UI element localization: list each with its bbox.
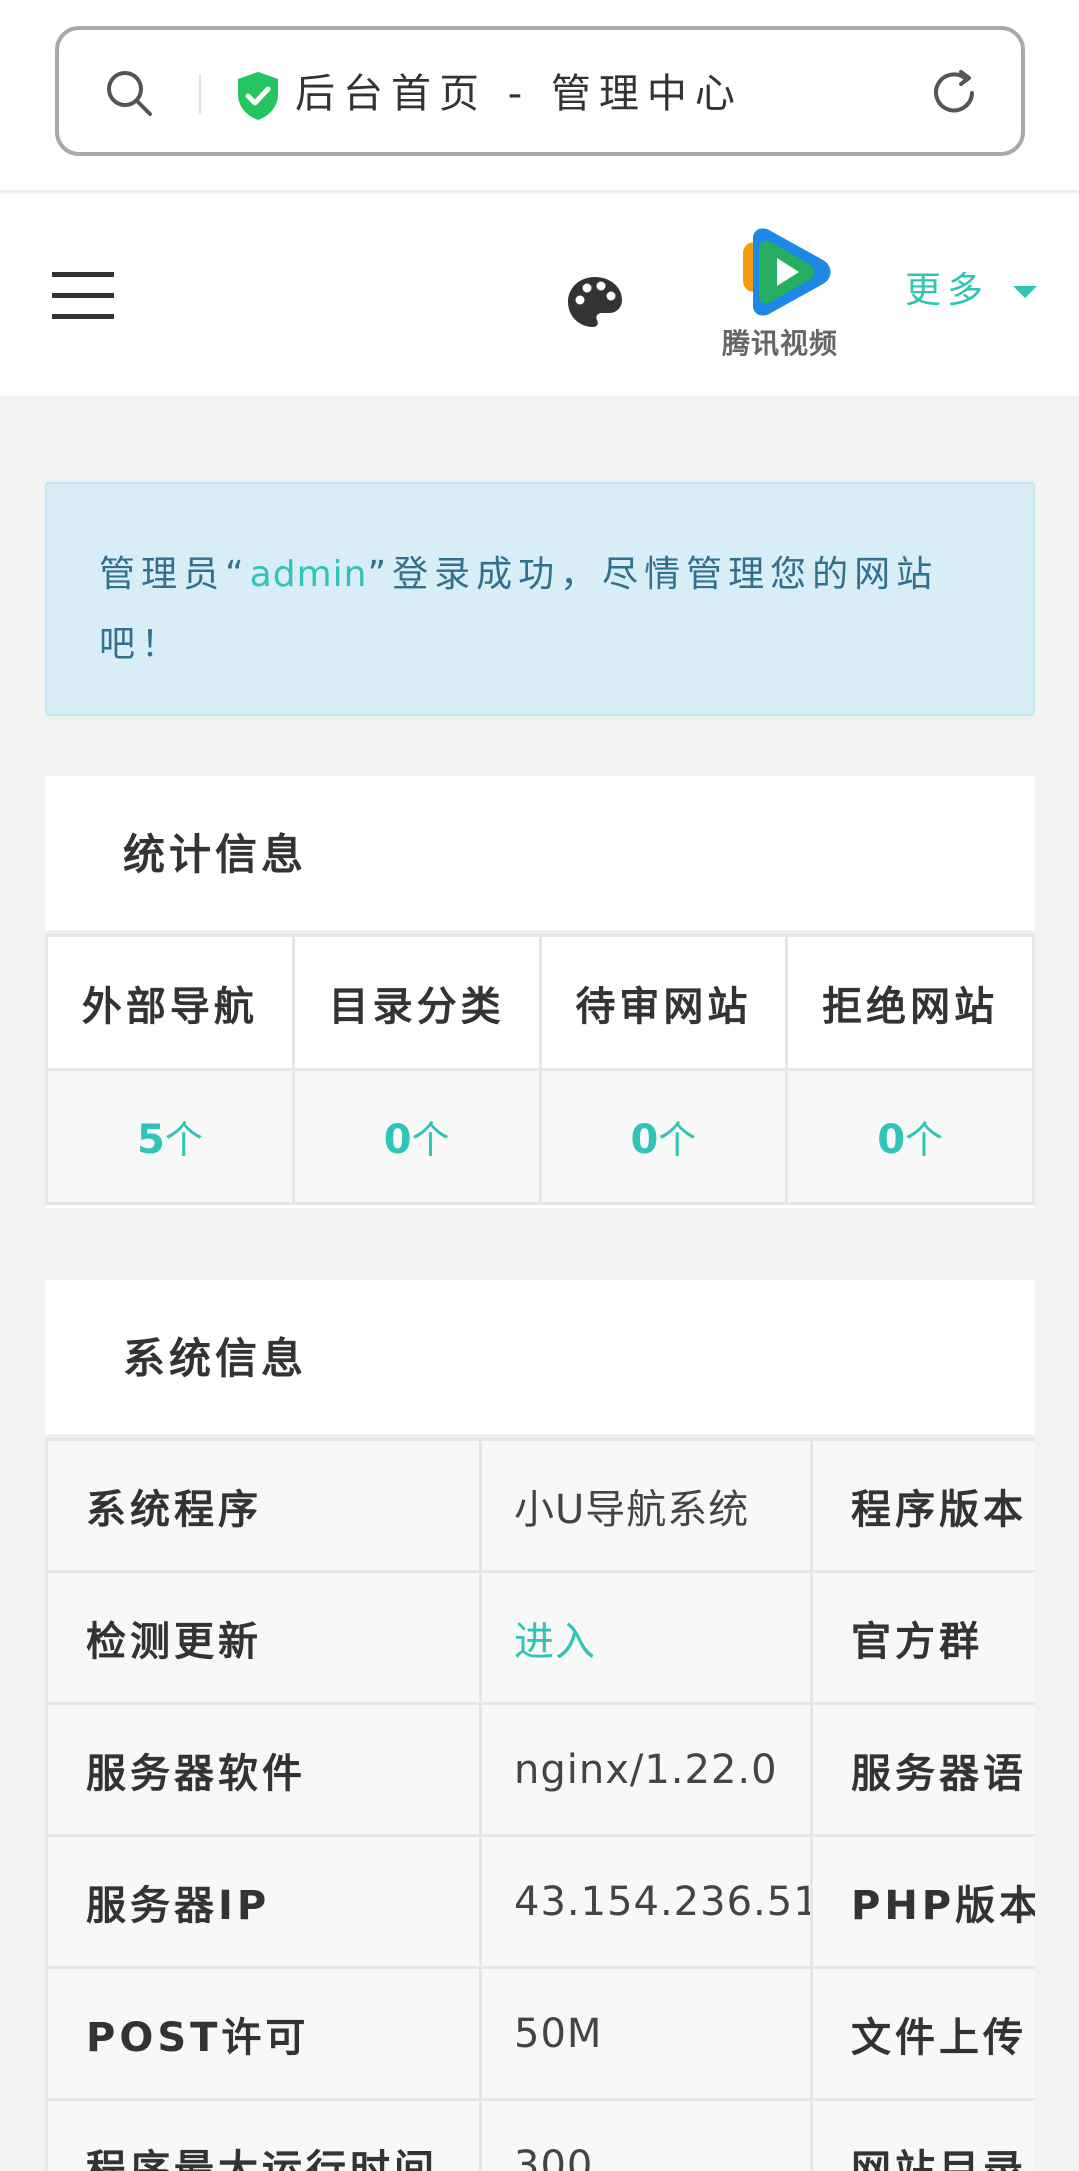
stats-value-cell: 0个 — [785, 1068, 1035, 1205]
url-box[interactable]: 后台首页 - 管理中心 — [55, 26, 1025, 156]
stats-value: 0 — [383, 1117, 412, 1163]
reload-icon[interactable] — [927, 66, 981, 120]
alert-username: admin — [249, 554, 368, 595]
table-row: 服务器IP 43.154.236.51 PHP版本 — [45, 1834, 1035, 1969]
system-table-wrapper[interactable]: 系统程序 小U导航系统 程序版本 检测更新 进入 官方群 服务器软件 nginx… — [45, 1438, 1035, 2171]
stats-col-rejected-sites: 拒绝网站 — [785, 934, 1035, 1071]
system-panel: 系统信息 系统程序 小U导航系统 程序版本 检测更新 进入 官方群 服务器软件 … — [45, 1280, 1035, 2171]
url-divider — [199, 74, 201, 114]
table-key: 服务器语 — [810, 1702, 1035, 1837]
search-icon[interactable] — [104, 68, 154, 118]
alert-prefix: 管理员“ — [99, 554, 250, 595]
more-button[interactable]: 更多 — [905, 266, 989, 316]
logo-text: 腾讯视频 — [722, 327, 839, 360]
stats-value: 0 — [630, 1117, 659, 1163]
browser-address-bar: 后台首页 - 管理中心 — [0, 0, 1079, 192]
system-table: 系统程序 小U导航系统 程序版本 检测更新 进入 官方群 服务器软件 nginx… — [45, 1438, 1035, 2171]
stats-value-cell: 0个 — [538, 1068, 789, 1205]
caret-down-icon[interactable] — [1013, 286, 1037, 298]
table-key: 服务器IP — [45, 1834, 482, 1969]
stats-unit: 个 — [905, 1118, 944, 1162]
stats-header-row: 外部导航 目录分类 待审网站 拒绝网站 — [45, 934, 1035, 1071]
table-value: nginx/1.22.0 — [479, 1702, 813, 1837]
stats-value-row: 5个 0个 0个 0个 — [45, 1068, 1035, 1205]
table-row: 程序最大运行时间 300 网站目录 — [45, 2098, 1035, 2171]
stats-value: 0 — [877, 1117, 906, 1163]
check-update-link[interactable]: 进入 — [479, 1570, 813, 1705]
table-value: 小U导航系统 — [479, 1438, 813, 1573]
table-key: PHP版本 — [810, 1834, 1035, 1969]
table-key: 文件上传 — [810, 1966, 1035, 2101]
login-success-alert: 管理员“admin”登录成功，尽情管理您的网站吧！ — [45, 482, 1035, 716]
table-value: 43.154.236.51 — [479, 1834, 813, 1969]
table-key: 检测更新 — [45, 1570, 482, 1705]
stats-unit: 个 — [658, 1118, 697, 1162]
stats-value-cell: 0个 — [291, 1068, 542, 1205]
app-header: 腾讯视频 更多 — [0, 194, 1079, 396]
stats-title: 统计信息 — [45, 776, 1035, 934]
table-key: 程序版本 — [810, 1438, 1035, 1573]
table-value: 300 — [479, 2098, 813, 2171]
table-row: 系统程序 小U导航系统 程序版本 — [45, 1438, 1035, 1573]
table-key: 程序最大运行时间 — [45, 2098, 482, 2171]
table-key: 系统程序 — [45, 1438, 482, 1573]
stats-table: 外部导航 目录分类 待审网站 拒绝网站 5个 0个 0个 0个 — [45, 934, 1035, 1205]
table-key: POST许可 — [45, 1966, 482, 2101]
secure-shield-icon — [238, 72, 278, 120]
stats-value-cell: 5个 — [45, 1068, 295, 1205]
hamburger-menu-icon[interactable] — [52, 272, 114, 320]
stats-unit: 个 — [411, 1118, 450, 1162]
stats-unit: 个 — [164, 1118, 203, 1162]
table-key: 服务器软件 — [45, 1702, 482, 1837]
stats-value: 5 — [136, 1117, 165, 1163]
table-key: 网站目录 — [810, 2098, 1035, 2171]
table-value: 50M — [479, 1966, 813, 2101]
stats-col-external-nav: 外部导航 — [45, 934, 295, 1071]
table-row: 检测更新 进入 官方群 — [45, 1570, 1035, 1705]
table-key: 官方群 — [810, 1570, 1035, 1705]
stats-col-pending-sites: 待审网站 — [538, 934, 789, 1071]
stats-col-categories: 目录分类 — [291, 934, 542, 1071]
palette-icon[interactable] — [565, 274, 625, 330]
table-row: 服务器软件 nginx/1.22.0 服务器语 — [45, 1702, 1035, 1837]
stats-panel: 统计信息 外部导航 目录分类 待审网站 拒绝网站 5个 0个 0个 0个 — [45, 776, 1035, 1208]
table-row: POST许可 50M 文件上传 — [45, 1966, 1035, 2101]
url-title[interactable]: 后台首页 - 管理中心 — [295, 64, 743, 124]
system-title: 系统信息 — [45, 1280, 1035, 1438]
